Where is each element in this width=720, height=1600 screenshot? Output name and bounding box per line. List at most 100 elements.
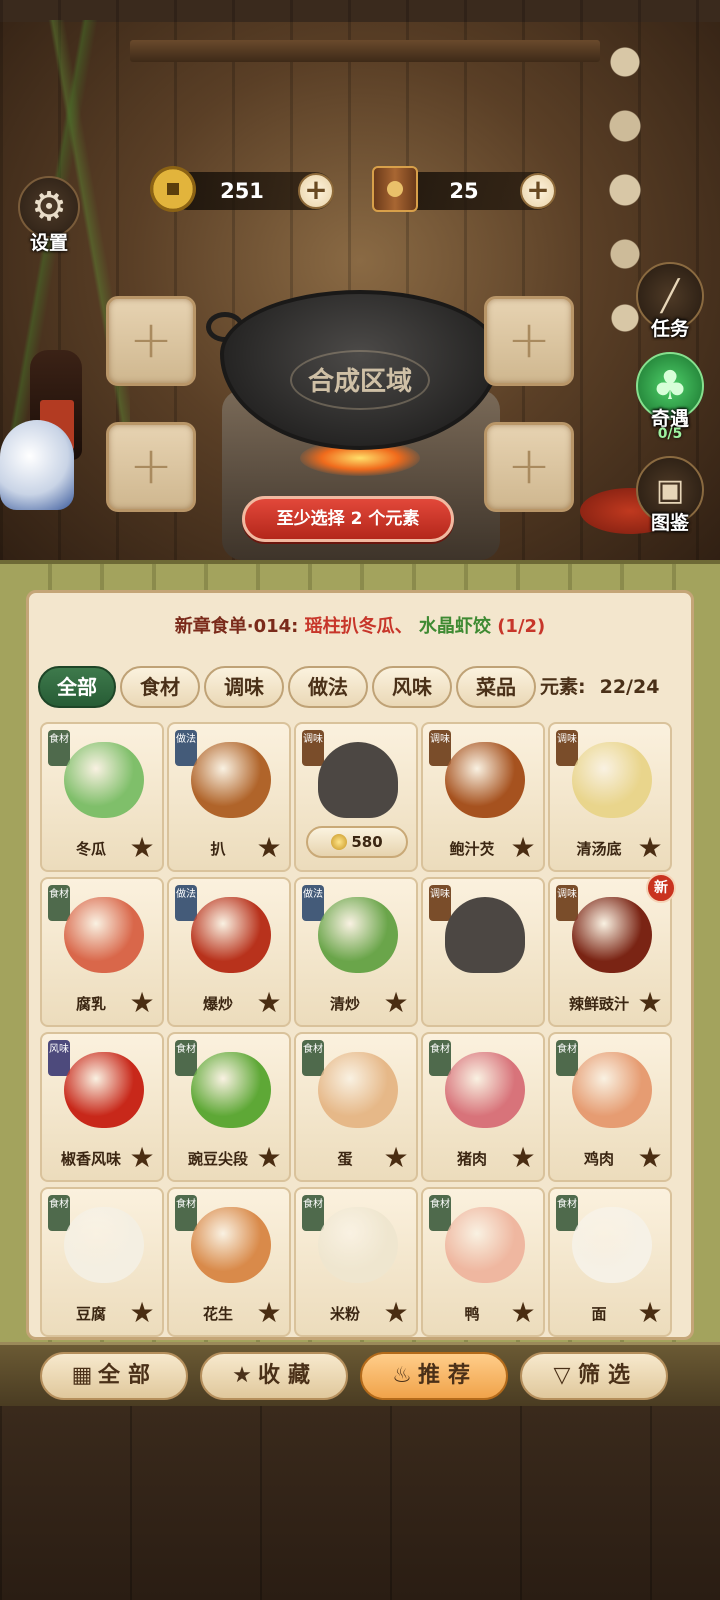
element-card[interactable]: 调味 辣鲜豉汁 ★ 新	[548, 873, 676, 1027]
bottom-all-button[interactable]: ▦ 全部	[40, 1352, 188, 1400]
favorite-star-icon[interactable]: ★	[636, 989, 664, 1017]
unlock-price-button[interactable]: 580	[306, 826, 408, 858]
favorite-star-icon[interactable]: ★	[255, 1144, 283, 1172]
codex-button[interactable]: ▣ 图鉴	[628, 456, 708, 546]
ingredient-slot-2[interactable]: +	[106, 422, 196, 512]
recipe-dish-b: 水晶虾饺	[418, 616, 491, 637]
element-category-tag: 做法	[175, 730, 197, 766]
favorite-star-icon[interactable]: ★	[382, 1299, 410, 1327]
favorite-star-icon[interactable]: ★	[255, 834, 283, 862]
element-card[interactable]: 调味	[421, 877, 545, 1027]
favorite-star-icon[interactable]: ★	[509, 834, 537, 862]
element-name: 鲍汁芡	[449, 840, 495, 858]
adventure-count: 0/5	[657, 426, 683, 442]
favorite-star-icon[interactable]: ★	[382, 1144, 410, 1172]
codex-label: 图鉴	[650, 512, 689, 534]
element-card[interactable]: 食材 腐乳 ★	[40, 877, 164, 1027]
favorite-star-icon[interactable]: ★	[636, 1299, 664, 1327]
locked-silhouette-icon	[318, 742, 398, 818]
adventure-button[interactable]: ♣ 奇遇 0/5	[628, 352, 708, 442]
favorite-star-icon[interactable]: ★	[636, 834, 664, 862]
element-name: 猪肉	[456, 1150, 487, 1168]
element-category-tag: 食材	[302, 1040, 324, 1076]
element-category-tag: 调味	[556, 730, 578, 766]
favorite-star-icon[interactable]: ★	[509, 1299, 537, 1327]
favorite-star-icon[interactable]: ★	[382, 989, 410, 1017]
task-button[interactable]: ╱ 任务	[628, 262, 708, 352]
ingredient-slot-1[interactable]: +	[106, 296, 196, 386]
element-category-tag: 做法	[175, 885, 197, 921]
element-card[interactable]: 食材鸭 ★	[421, 1187, 545, 1337]
add-coins-button[interactable]: +	[298, 173, 334, 209]
tab-method[interactable]: 做法	[288, 666, 368, 708]
favorite-star-icon[interactable]: ★	[255, 989, 283, 1017]
element-category-tag: 食材	[556, 1040, 578, 1076]
settings-button[interactable]: ⚙ 设置	[14, 176, 84, 256]
bottom-favorites-button[interactable]: ★ 收藏	[200, 1352, 348, 1400]
recipe-progress: (1/2)	[497, 616, 546, 637]
tab-dishes[interactable]: 菜品	[456, 666, 536, 708]
element-category-tag: 调味	[302, 730, 324, 766]
favorite-star-icon[interactable]: ★	[255, 1299, 283, 1327]
element-category-tag: 食材	[175, 1195, 197, 1231]
add-books-button[interactable]: +	[520, 173, 556, 209]
element-category-tag: 食材	[429, 1195, 451, 1231]
tab-seasoning[interactable]: 调味	[204, 666, 284, 708]
element-category-tag: 调味	[556, 885, 578, 921]
element-card[interactable]: 食材冬瓜 ★	[40, 722, 164, 872]
element-card[interactable]: 调味 鲍汁芡 ★	[421, 722, 545, 872]
element-name: 椒香风味	[60, 1150, 121, 1168]
element-art-icon	[445, 1052, 525, 1128]
tab-flavor[interactable]: 风味	[372, 666, 452, 708]
favorite-star-icon[interactable]: ★	[128, 1144, 156, 1172]
element-card[interactable]: 食材米粉 ★	[294, 1187, 418, 1337]
favorite-star-icon[interactable]: ★	[636, 1144, 664, 1172]
porcelain-jar	[0, 420, 74, 510]
element-art-icon	[318, 897, 398, 973]
element-card[interactable]: 调味 清汤底 ★	[548, 722, 672, 872]
element-category-tag: 食材	[175, 1040, 197, 1076]
stone-floor	[0, 1406, 720, 1600]
element-name: 鸡肉	[583, 1150, 614, 1168]
wall-shelf	[130, 40, 600, 62]
favorite-star-icon[interactable]: ★	[128, 1299, 156, 1327]
element-card[interactable]: 调味 580	[294, 722, 418, 872]
favorite-star-icon[interactable]: ★	[128, 989, 156, 1017]
element-card[interactable]: 做法 清炒 ★	[294, 877, 418, 1027]
element-card[interactable]: 食材蛋 ★	[294, 1032, 418, 1182]
ingredient-slot-3[interactable]: +	[484, 296, 574, 386]
bottom-rec-label: 推荐	[417, 1363, 478, 1388]
favorite-star-icon[interactable]: ★	[509, 1144, 537, 1172]
element-card[interactable]: 做法 爆炒 ★	[167, 877, 291, 1027]
element-art-icon	[64, 897, 144, 973]
tab-ingredients[interactable]: 食材	[120, 666, 200, 708]
element-name: 鸭	[464, 1305, 480, 1323]
element-count-label: 元素:	[540, 676, 586, 698]
select-hint-button[interactable]: 至少选择 2 个元素	[242, 496, 454, 542]
bottom-recommend-button[interactable]: ♨ 推荐	[360, 1352, 508, 1400]
element-card[interactable]: 食材 花生 ★	[167, 1187, 291, 1337]
bottom-filter-button[interactable]: ▽ 筛选	[520, 1352, 668, 1400]
element-name: 米粉	[329, 1305, 360, 1323]
element-card[interactable]: 食材 豆腐 ★	[40, 1187, 164, 1337]
element-card[interactable]: 风味 椒香风味 ★	[40, 1032, 164, 1182]
element-name: 冬瓜	[75, 840, 106, 858]
element-category-tag: 食材	[302, 1195, 324, 1231]
element-card[interactable]: 食材 豌豆尖段 ★	[167, 1032, 291, 1182]
flame-icon: ♨	[392, 1363, 412, 1388]
favorite-star-icon[interactable]: ★	[128, 834, 156, 862]
settings-label: 设置	[29, 232, 68, 254]
ingredient-slot-4[interactable]: +	[484, 422, 574, 512]
element-category-tag: 调味	[429, 885, 451, 921]
locked-silhouette-icon	[445, 897, 525, 973]
tab-all[interactable]: 全部	[38, 666, 116, 708]
element-category-tag: 食材	[48, 1195, 70, 1231]
element-art-icon	[572, 897, 652, 973]
book-count: 25	[449, 179, 479, 203]
element-card[interactable]: 食材 猪肉 ★	[421, 1032, 545, 1182]
element-card[interactable]: 食材面 ★	[548, 1187, 672, 1337]
element-category-tag: 食材	[48, 730, 70, 766]
element-card[interactable]: 做法扒 ★	[167, 722, 291, 872]
element-art-icon	[64, 1207, 144, 1283]
element-card[interactable]: 食材鸡肉 ★	[548, 1032, 672, 1182]
